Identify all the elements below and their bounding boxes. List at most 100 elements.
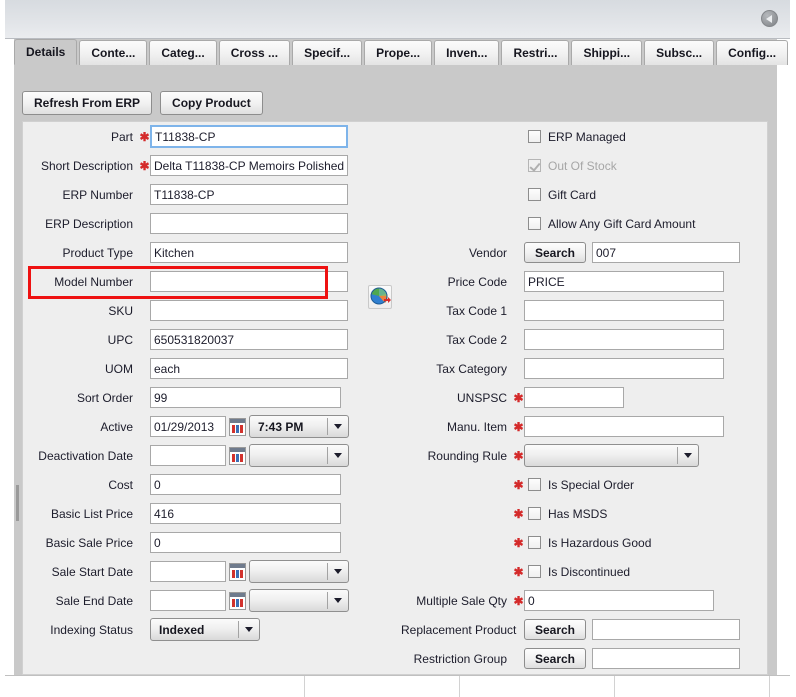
- has-msds-checkbox[interactable]: [528, 507, 541, 520]
- chevron-down-icon: [328, 424, 348, 429]
- window-left-gutter: [0, 0, 5, 697]
- required-marker-placeholder: ✱: [513, 362, 524, 376]
- form-row-unspsc: UNSPSC ✱: [401, 383, 761, 412]
- checkbox-label: Is Discontinued: [548, 564, 631, 579]
- calendar-icon[interactable]: [229, 417, 246, 436]
- form-row-basic-sale-price: Basic Sale Price ✱: [23, 528, 401, 557]
- refresh-from-erp-button[interactable]: Refresh From ERP: [22, 91, 153, 115]
- vendor-input[interactable]: [592, 242, 740, 263]
- tab-specif[interactable]: Specif...: [292, 40, 363, 65]
- tax-code-2-input[interactable]: [524, 329, 724, 350]
- field-label-manu-item: Manu. Item: [446, 419, 507, 434]
- field-label-basic-list-price: Basic List Price: [50, 506, 133, 521]
- vendor-search-button[interactable]: Search: [524, 242, 586, 263]
- upc-input[interactable]: [150, 329, 348, 350]
- bottom-segment: [615, 676, 770, 697]
- left-triangle-icon: [766, 15, 772, 23]
- deactivation-date-time-dropdown[interactable]: [249, 444, 349, 467]
- field-label-sku: SKU: [108, 303, 133, 318]
- active-time-dropdown[interactable]: 7:43 PM: [249, 415, 349, 438]
- form-row-basic-list-price: Basic List Price ✱: [23, 499, 401, 528]
- tab-shippi[interactable]: Shippi...: [571, 40, 643, 65]
- deactivation-date-input[interactable]: [150, 445, 226, 466]
- form-row-multiple-sale-qty: Multiple Sale Qty ✱: [401, 586, 761, 615]
- tab-label: Cross ...: [230, 46, 279, 60]
- calendar-icon[interactable]: [229, 591, 246, 610]
- field-label-active: Active: [100, 419, 133, 434]
- active-input[interactable]: [150, 416, 226, 437]
- sale-end-date-time-dropdown[interactable]: [249, 589, 349, 612]
- vertical-scroll-thumb[interactable]: [16, 485, 19, 521]
- indexing-status-dropdown[interactable]: Indexed: [150, 618, 260, 641]
- form-row-vendor: Vendor ✱Search: [401, 238, 761, 267]
- form-row-upc: UPC ✱: [23, 325, 401, 354]
- cost-input[interactable]: [150, 474, 341, 495]
- form-left-column: Part✱Short Description✱ERP Number✱ERP De…: [23, 122, 401, 644]
- field-label-sale-end-date: Sale End Date: [55, 593, 133, 608]
- sale-end-date-input[interactable]: [150, 590, 226, 611]
- calendar-icon[interactable]: [229, 446, 246, 465]
- restriction-group-input[interactable]: [592, 648, 740, 669]
- tab-categ[interactable]: Categ...: [149, 40, 217, 65]
- is-discontinued-checkbox[interactable]: [528, 565, 541, 578]
- form-row-replacement-product: Replacement Product✱Search: [401, 615, 761, 644]
- sku-input[interactable]: [150, 300, 348, 321]
- basic-sale-price-input[interactable]: [150, 532, 341, 553]
- copy-product-button[interactable]: Copy Product: [160, 91, 263, 115]
- required-marker-placeholder: ✱: [139, 594, 150, 608]
- erp-managed-checkbox[interactable]: [528, 130, 541, 143]
- required-marker-placeholder: ✱: [139, 362, 150, 376]
- required-marker-placeholder: ✱: [513, 188, 524, 202]
- basic-list-price-input[interactable]: [150, 503, 341, 524]
- field-label-deactivation-date: Deactivation Date: [38, 448, 133, 463]
- part-input[interactable]: [150, 125, 348, 148]
- required-marker-placeholder: ✱: [513, 246, 524, 260]
- replacement-product-input[interactable]: [592, 619, 740, 640]
- tab-prope[interactable]: Prope...: [364, 40, 433, 65]
- field-label-price-code: Price Code: [447, 274, 507, 289]
- required-marker-placeholder: ✱: [139, 536, 150, 550]
- is-hazardous-good-checkbox[interactable]: [528, 536, 541, 549]
- collapse-panel-icon[interactable]: [761, 10, 778, 27]
- tab-config[interactable]: Config...: [716, 40, 789, 65]
- field-label-tax-category: Tax Category: [436, 361, 507, 376]
- replacement-product-search-button[interactable]: Search: [524, 619, 586, 640]
- tax-code-1-input[interactable]: [524, 300, 724, 321]
- tab-details[interactable]: Details: [14, 39, 78, 65]
- tab-cross[interactable]: Cross ...: [218, 40, 291, 65]
- unspsc-input[interactable]: [524, 387, 624, 408]
- tax-category-input[interactable]: [524, 358, 724, 379]
- form-row-sale-end-date: Sale End Date ✱: [23, 586, 401, 615]
- sort-order-input[interactable]: [150, 387, 341, 408]
- required-marker: ✱: [139, 129, 150, 144]
- form-row-product-type: Product Type ✱: [23, 238, 401, 267]
- required-marker-placeholder: ✱: [513, 130, 524, 144]
- short-description-input[interactable]: [150, 155, 348, 176]
- model-number-input[interactable]: [150, 271, 348, 292]
- form-row-erp-number: ERP Number ✱: [23, 180, 401, 209]
- multiple-sale-qty-input[interactable]: [524, 590, 714, 611]
- manu-item-input[interactable]: [524, 416, 724, 437]
- erp-number-input[interactable]: [150, 184, 348, 205]
- tab-conte[interactable]: Conte...: [79, 40, 148, 65]
- tab-strip: Details Conte... Categ... Cross ... Specif..…: [14, 39, 789, 65]
- product-type-input[interactable]: [150, 242, 348, 263]
- sale-start-date-time-dropdown[interactable]: [249, 560, 349, 583]
- calendar-icon[interactable]: [229, 562, 246, 581]
- tab-inven[interactable]: Inven...: [434, 40, 500, 65]
- required-marker-placeholder: ✱: [139, 188, 150, 202]
- tab-label: Prope...: [376, 46, 421, 60]
- tab-subsc[interactable]: Subsc...: [644, 40, 715, 65]
- gift-card-checkbox[interactable]: [528, 188, 541, 201]
- tab-restri[interactable]: Restri...: [501, 40, 570, 65]
- price-code-input[interactable]: [524, 271, 724, 292]
- globe-translate-icon[interactable]: [368, 285, 392, 309]
- allow-any-gift-card-amount-checkbox[interactable]: [528, 217, 541, 230]
- restriction-group-search-button[interactable]: Search: [524, 648, 586, 669]
- sale-start-date-input[interactable]: [150, 561, 226, 582]
- uom-input[interactable]: [150, 358, 348, 379]
- required-marker-placeholder: ✱: [139, 275, 150, 289]
- rounding-rule-dropdown[interactable]: [524, 444, 699, 467]
- is-special-order-checkbox[interactable]: [528, 478, 541, 491]
- erp-description-input[interactable]: [150, 213, 348, 234]
